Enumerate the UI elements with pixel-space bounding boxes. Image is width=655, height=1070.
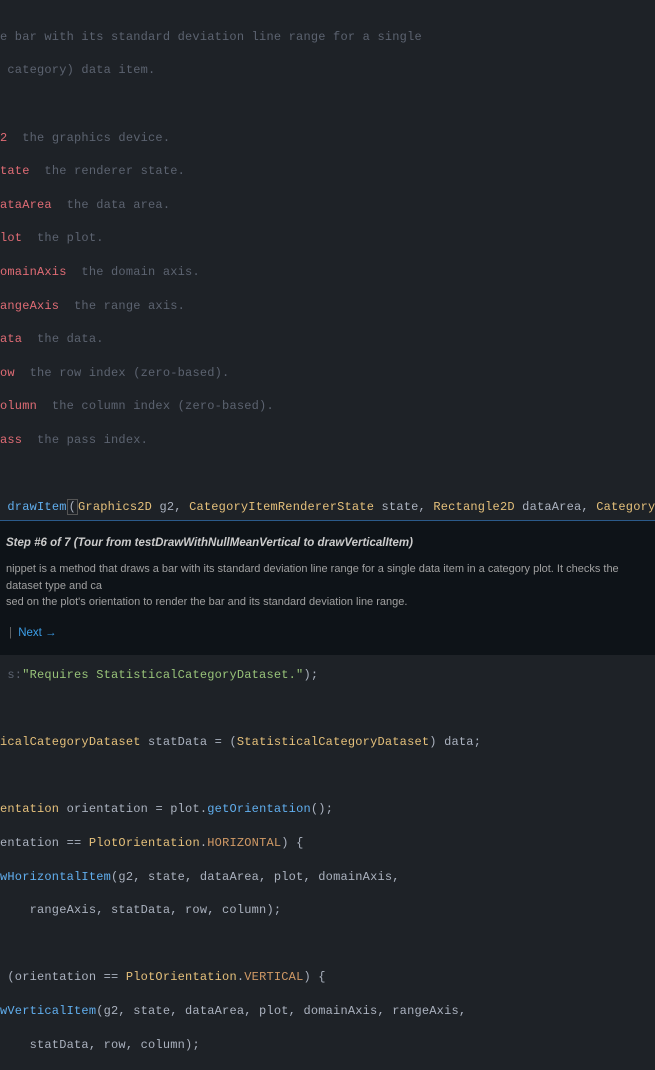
param-desc: the renderer state.: [30, 164, 185, 178]
param: g2: [159, 500, 174, 514]
comment-line: category) data item.: [0, 63, 155, 77]
type-name: PlotOrientation: [126, 970, 237, 984]
param-name: angeAxis: [0, 299, 59, 313]
param-desc: the column index (zero-based).: [37, 399, 274, 413]
args: (g2, state, dataArea, plot, domainAxis, …: [96, 1004, 466, 1018]
param-name: omainAxis: [0, 265, 67, 279]
param-desc: the range axis.: [59, 299, 185, 313]
op: = (: [207, 735, 237, 749]
tour-navigation: | Next →: [6, 625, 649, 641]
param-name: ow: [0, 366, 15, 380]
comment-line: e bar with its standard deviation line r…: [0, 30, 422, 44]
args: (g2, state, dataArea, plot, domainAxis,: [111, 870, 400, 884]
op: ==: [59, 836, 89, 850]
param-desc: the row index (zero-based).: [15, 366, 230, 380]
method-call: getOrientation: [207, 802, 311, 816]
variable: statData: [148, 735, 207, 749]
param-name: ataArea: [0, 198, 52, 212]
param-name: tate: [0, 164, 30, 178]
args: rangeAxis, statData, row, column): [0, 903, 274, 917]
param-name: ata: [0, 332, 22, 346]
type-name: Rectangle2D: [433, 500, 514, 514]
type-name: Graphics2D: [78, 500, 152, 514]
param: state: [382, 500, 419, 514]
method-call: wVerticalItem: [0, 1004, 96, 1018]
param-name: lot: [0, 231, 22, 245]
cond: (orientation ==: [0, 970, 126, 984]
param-name: ass: [0, 433, 22, 447]
string-literal: "Requires StatisticalCategoryDataset.": [22, 668, 303, 682]
param-name: olumn: [0, 399, 37, 413]
param-desc: the pass index.: [22, 433, 148, 447]
args: statData, row, column): [0, 1038, 192, 1052]
tour-step-title: Step #6 of 7 (Tour from testDrawWithNull…: [6, 535, 649, 551]
cast: ) data: [429, 735, 473, 749]
tour-description: nippet is a method that draws a bar with…: [6, 561, 649, 611]
type-name: CategoryItemRendererState: [189, 500, 374, 514]
param-desc: the plot.: [22, 231, 103, 245]
tour-panel: Step #6 of 7 (Tour from testDrawWithNull…: [0, 520, 655, 655]
variable: orientation: [67, 802, 148, 816]
variable: entation: [0, 836, 59, 850]
param-desc: the graphics device.: [7, 131, 170, 145]
type-name: PlotOrientation: [89, 836, 200, 850]
type-name: entation: [0, 802, 59, 816]
op: = plot.: [148, 802, 207, 816]
param: dataArea: [522, 500, 581, 514]
param-desc: the data.: [22, 332, 103, 346]
type-name: StatisticalCategoryDataset: [237, 735, 429, 749]
arg-hint: s:: [0, 668, 22, 682]
type-name: icalCategoryDataset: [0, 735, 141, 749]
param-desc: the domain axis.: [67, 265, 200, 279]
next-button[interactable]: Next →: [18, 627, 56, 639]
nav-separator: |: [9, 627, 12, 639]
type-name: CategoryPlot: [596, 500, 655, 514]
cursor-icon: (: [67, 499, 78, 515]
method-name: drawItem: [7, 500, 66, 514]
constant: HORIZONTAL: [207, 836, 281, 850]
param-desc: the data area.: [52, 198, 170, 212]
constant: VERTICAL: [244, 970, 303, 984]
method-call: wHorizontalItem: [0, 870, 111, 884]
